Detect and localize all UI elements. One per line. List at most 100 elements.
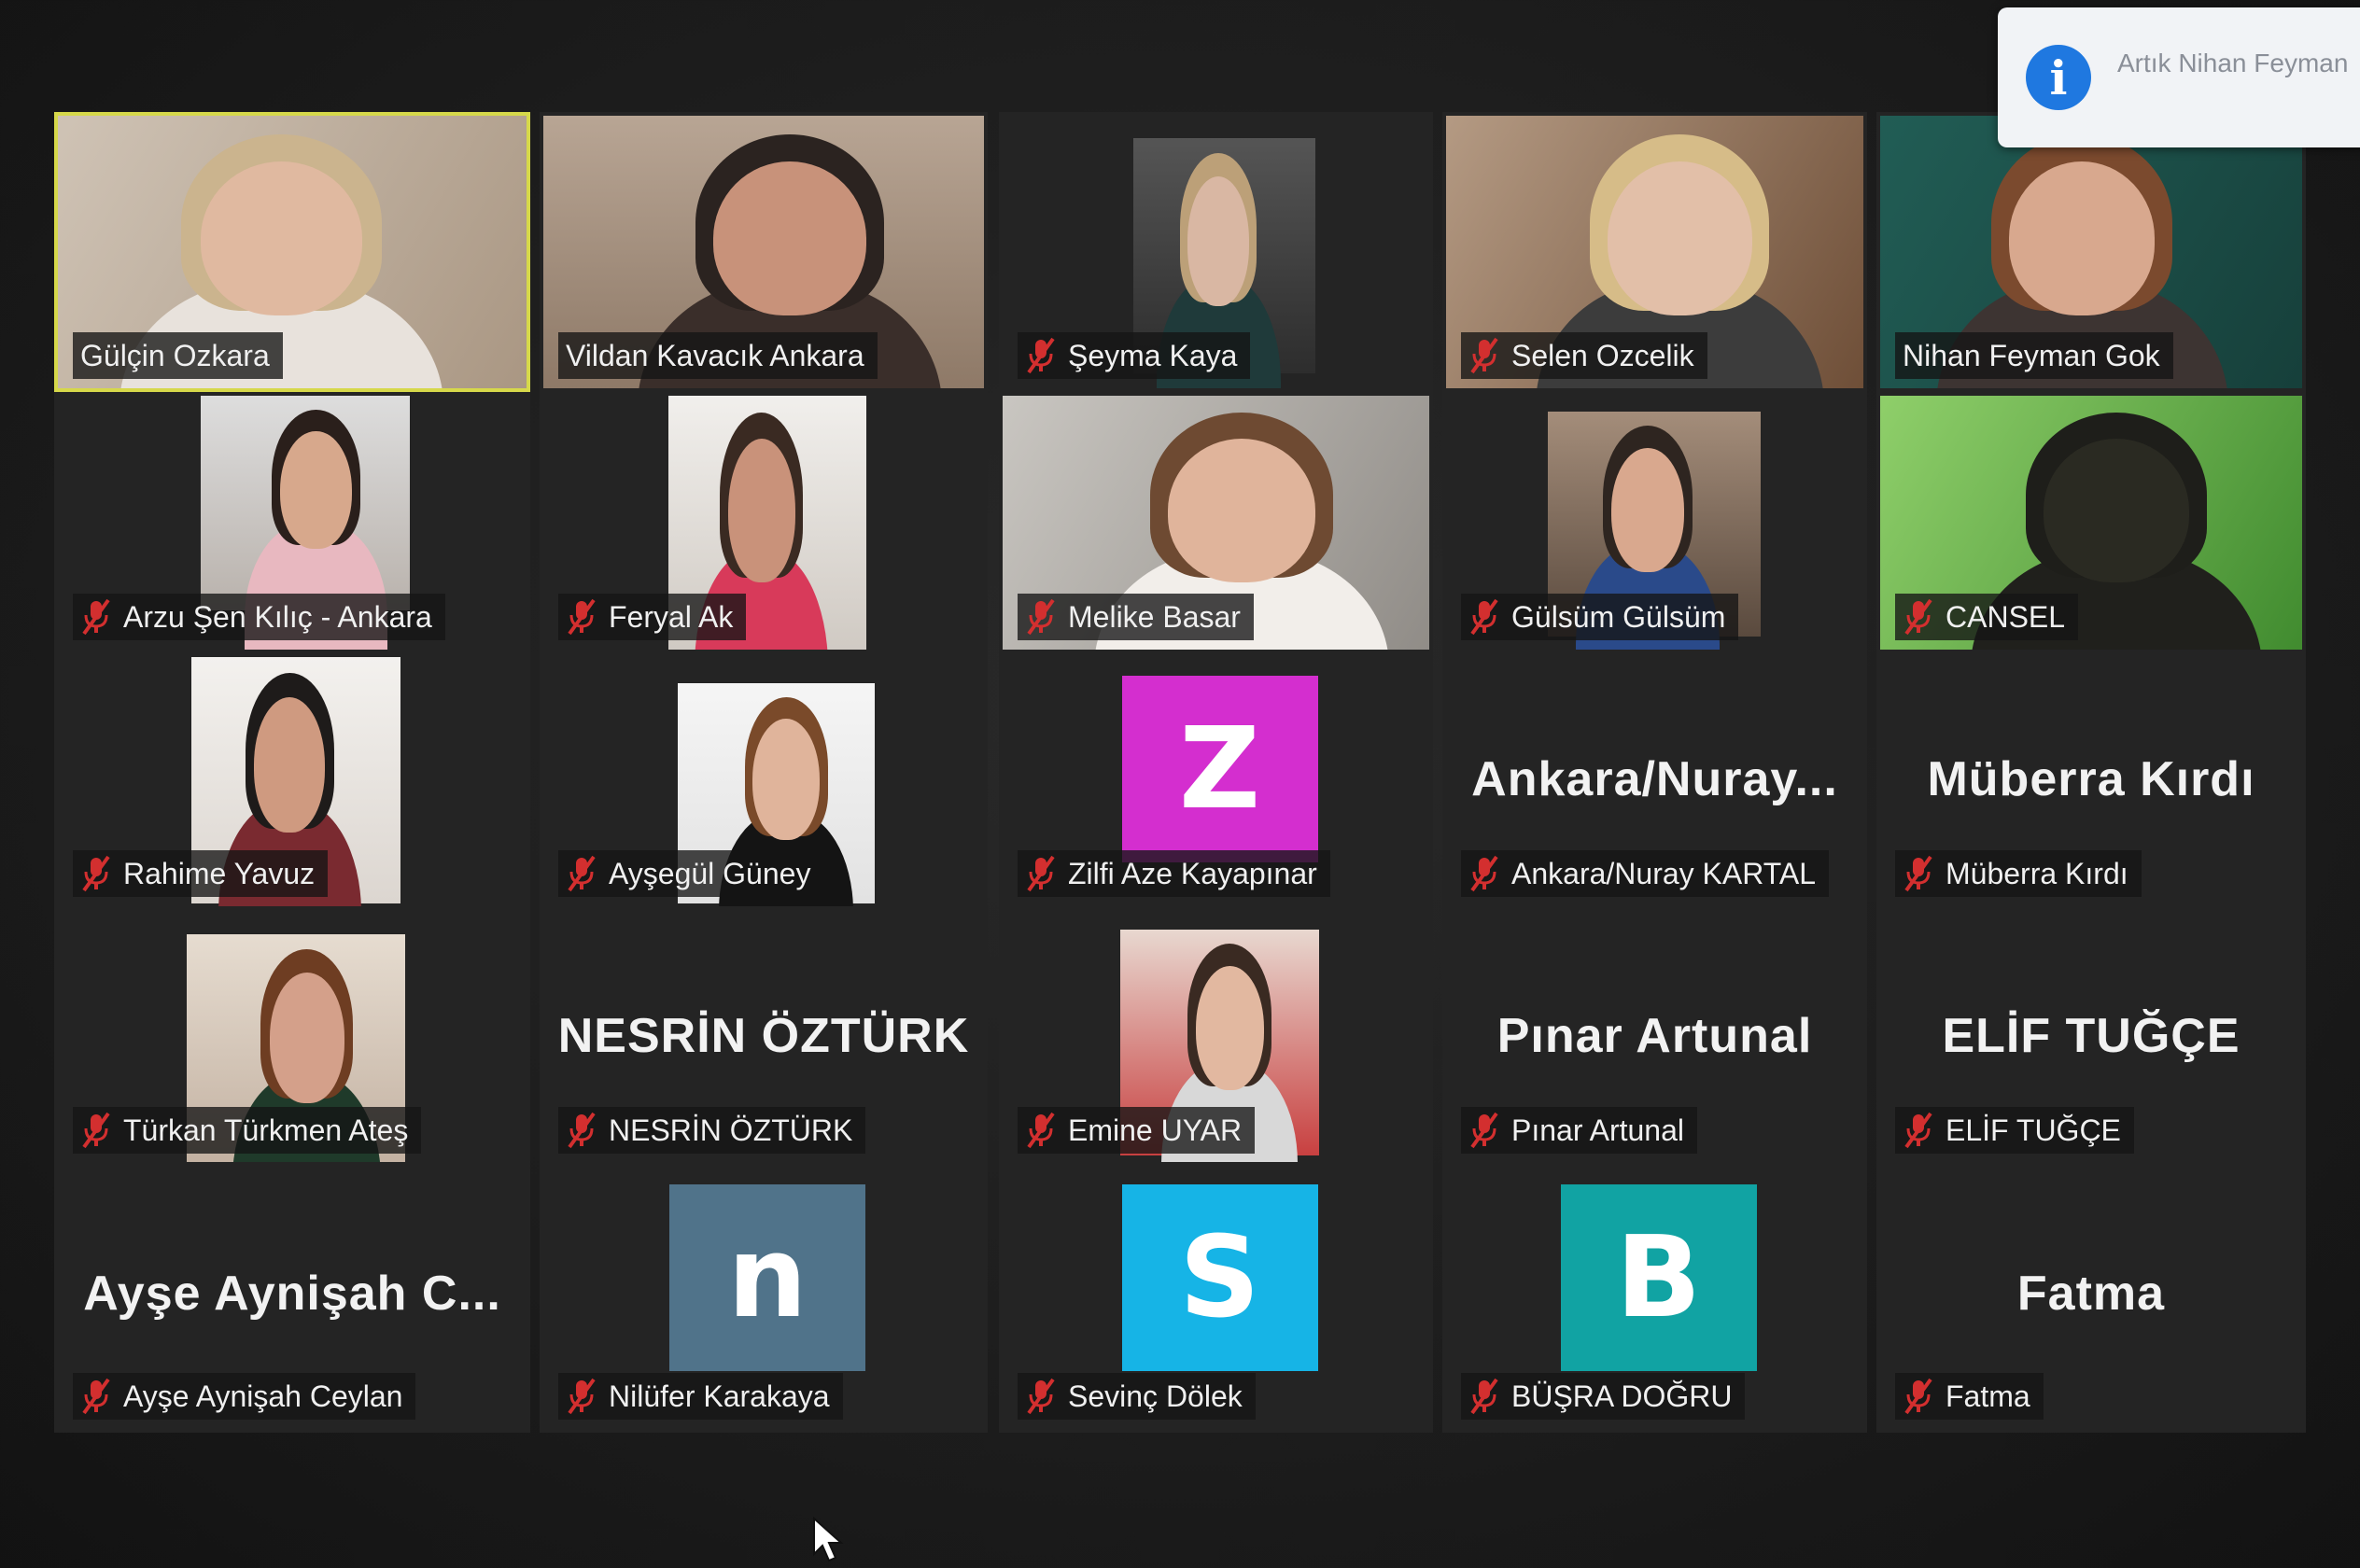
participant-tile[interactable]: n Nilüfer Karakaya xyxy=(540,1162,988,1433)
participant-tile[interactable]: Gülsüm Gülsüm xyxy=(1442,392,1867,653)
participant-name-label: BÜŞRA DOĞRU xyxy=(1461,1373,1746,1420)
participant-name: Nihan Feyman Gok xyxy=(1903,338,2160,372)
participant-tile[interactable]: Arzu Şen Kılıç - Ankara xyxy=(54,392,530,653)
person-face xyxy=(2043,438,2190,582)
participant-tile[interactable]: B BÜŞRA DOĞRU xyxy=(1442,1162,1867,1433)
participant-display-name: Ankara/Nuray... xyxy=(1471,752,1838,807)
person-face xyxy=(1167,438,1315,582)
person-face xyxy=(1195,966,1264,1091)
person-face xyxy=(1611,448,1684,572)
participant-name-label: Selen Ozcelik xyxy=(1461,332,1707,379)
participant-name: Sevinç Dölek xyxy=(1068,1379,1243,1413)
participant-tile[interactable]: Şeyma Kaya xyxy=(999,112,1433,392)
participant-name: NESRİN ÖZTÜRK xyxy=(609,1113,853,1147)
muted-mic-icon xyxy=(1027,337,1055,374)
muted-mic-icon xyxy=(1470,598,1498,636)
person-face xyxy=(1607,161,1752,316)
muted-mic-icon xyxy=(1470,855,1498,892)
participant-name-label: NESRİN ÖZTÜRK xyxy=(558,1107,866,1154)
participant-name-label: Ankara/Nuray KARTAL xyxy=(1461,850,1830,897)
participant-name-label: Zilfi Aze Kayapınar xyxy=(1018,850,1330,897)
participant-name-label: Ayşegül Güney xyxy=(558,850,824,897)
person-face xyxy=(280,430,352,549)
participant-name: Ayşe Aynişah Ceylan xyxy=(123,1379,403,1413)
participant-tile[interactable]: NESRİN ÖZTÜRK NESRİN ÖZTÜRK xyxy=(540,910,988,1167)
participant-name-label: Şeyma Kaya xyxy=(1018,332,1251,379)
participant-display-name: Fatma xyxy=(2016,1267,2166,1322)
participant-display-name: NESRİN ÖZTÜRK xyxy=(557,1009,970,1064)
muted-mic-icon xyxy=(82,1378,110,1415)
participant-tile[interactable]: Selen Ozcelik xyxy=(1442,112,1867,392)
muted-mic-icon xyxy=(1470,337,1498,374)
muted-mic-icon xyxy=(1027,1378,1055,1415)
participant-tile[interactable]: Türkan Türkmen Ateş xyxy=(54,910,530,1167)
participant-tile[interactable]: Ayşegül Güney xyxy=(540,653,988,910)
participant-name: Pınar Artunal xyxy=(1511,1113,1684,1147)
participant-tile[interactable]: Fatma Fatma xyxy=(1876,1162,2306,1433)
participant-tile[interactable]: Rahime Yavuz xyxy=(54,653,530,910)
participant-tile[interactable]: Feryal Ak xyxy=(540,392,988,653)
participant-tile[interactable]: S Sevinç Dölek xyxy=(999,1162,1433,1433)
person-face xyxy=(269,973,344,1103)
participant-avatar: S xyxy=(1121,1184,1318,1371)
participant-tile[interactable]: Vildan Kavacık Ankara xyxy=(540,112,988,392)
participant-name: Gülsüm Gülsüm xyxy=(1511,599,1726,634)
participant-display-name: Ayşe Aynişah C... xyxy=(83,1267,501,1322)
muted-mic-icon xyxy=(1904,1112,1932,1149)
participant-name: Arzu Şen Kılıç - Ankara xyxy=(123,599,432,634)
participant-name-label: Melike Basar xyxy=(1018,594,1254,640)
participant-name: Selen Ozcelik xyxy=(1511,338,1694,372)
participant-tile[interactable]: Z Zilfi Aze Kayapınar xyxy=(999,653,1433,910)
participant-name: Emine UYAR xyxy=(1068,1113,1243,1147)
participant-tile[interactable]: CANSEL xyxy=(1876,392,2306,653)
participant-name: ELİF TUĞÇE xyxy=(1946,1113,2121,1147)
participant-name-label: Emine UYAR xyxy=(1018,1107,1256,1154)
participant-name: Vildan Kavacık Ankara xyxy=(566,338,864,372)
muted-mic-icon xyxy=(1904,1378,1932,1415)
participant-avatar: B xyxy=(1560,1184,1757,1371)
participant-name: BÜŞRA DOĞRU xyxy=(1511,1379,1733,1413)
participant-name: Türkan Türkmen Ateş xyxy=(123,1113,409,1147)
participant-name-label: Rahime Yavuz xyxy=(73,850,329,897)
participant-name-label: Müberra Kırdı xyxy=(1895,850,2142,897)
person-face xyxy=(713,161,866,316)
muted-mic-icon xyxy=(1904,855,1932,892)
muted-mic-icon xyxy=(1027,1112,1055,1149)
person-face xyxy=(727,438,795,582)
person-face xyxy=(1187,176,1250,306)
participant-name-label: CANSEL xyxy=(1895,594,2079,640)
participant-name-label: Ayşe Aynişah Ceylan xyxy=(73,1373,416,1420)
participant-name: Rahime Yavuz xyxy=(123,856,316,890)
person-face xyxy=(201,161,363,316)
participant-name-label: Nilüfer Karakaya xyxy=(558,1373,843,1420)
muted-mic-icon xyxy=(82,598,110,636)
participant-tile[interactable]: Gülçin Ozkara xyxy=(54,112,530,392)
participant-tile[interactable]: Ayşe Aynişah C... Ayşe Aynişah Ceylan xyxy=(54,1162,530,1433)
participant-name-label: Fatma xyxy=(1895,1373,2044,1420)
participant-display-name: ELİF TUĞÇE xyxy=(1942,1009,2241,1064)
muted-mic-icon xyxy=(82,855,110,892)
participant-tile[interactable]: Nihan Feyman Gok xyxy=(1876,112,2306,392)
participant-name: Ayşegül Güney xyxy=(609,856,811,890)
muted-mic-icon xyxy=(82,1112,110,1149)
participant-name: Feryal Ak xyxy=(609,599,734,634)
participant-name: CANSEL xyxy=(1946,599,2066,634)
muted-mic-icon xyxy=(1027,598,1055,636)
participant-display-name: Müberra Kırdı xyxy=(1927,752,2255,807)
participant-notification[interactable]: i Artık Nihan Feyman xyxy=(1998,7,2360,147)
participant-tile[interactable]: Müberra Kırdı Müberra Kırdı xyxy=(1876,653,2306,910)
person-face xyxy=(2009,161,2156,316)
participant-tile[interactable]: Melike Basar xyxy=(999,392,1433,653)
participant-name-label: Feryal Ak xyxy=(558,594,747,640)
participant-tile[interactable]: Pınar Artunal Pınar Artunal xyxy=(1442,910,1867,1167)
info-icon: i xyxy=(2026,45,2091,110)
muted-mic-icon xyxy=(568,598,596,636)
participant-tile[interactable]: ELİF TUĞÇE ELİF TUĞÇE xyxy=(1876,910,2306,1167)
muted-mic-icon xyxy=(1470,1112,1498,1149)
participant-name: Zilfi Aze Kayapınar xyxy=(1068,856,1317,890)
participant-tile[interactable]: Ankara/Nuray... Ankara/Nuray KARTAL xyxy=(1442,653,1867,910)
participant-tile[interactable]: Emine UYAR xyxy=(999,910,1433,1167)
participant-name-label: Nihan Feyman Gok xyxy=(1895,332,2173,379)
participant-name: Gülçin Ozkara xyxy=(80,338,270,372)
participant-name: Melike Basar xyxy=(1068,599,1241,634)
